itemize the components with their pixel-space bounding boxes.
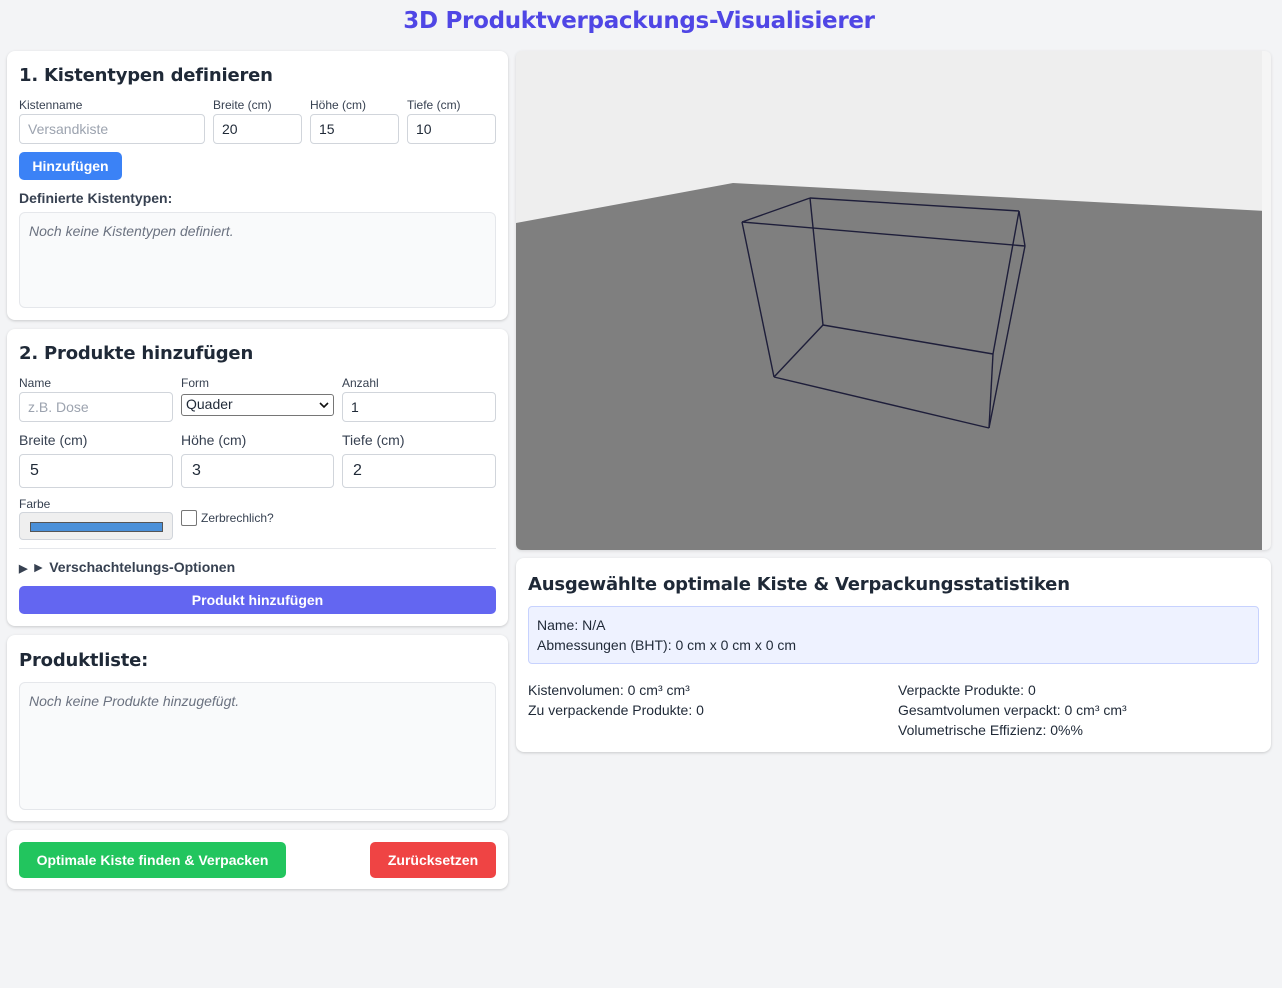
actions-card: Optimale Kiste finden & Verpacken Zurück… — [7, 830, 508, 889]
product-depth-label: Tiefe (cm) — [342, 432, 405, 448]
product-color-picker[interactable] — [19, 512, 173, 540]
viewport-scrollbar — [1262, 51, 1271, 550]
find-optimal-box-button[interactable]: Optimale Kiste finden & Verpacken — [19, 842, 286, 878]
add-product-button[interactable]: Produkt hinzufügen — [19, 586, 496, 614]
product-list: Noch keine Produkte hinzugefügt. — [19, 682, 496, 810]
selected-box-name: Name: N/A — [537, 617, 606, 633]
packed-products-stat: Verpackte Produkte: 0 — [898, 682, 1036, 698]
reset-button[interactable]: Zurücksetzen — [370, 842, 496, 878]
product-name-input[interactable]: z.B. Dose — [19, 392, 173, 422]
box-width-input[interactable]: 20 — [213, 114, 302, 144]
box-depth-label: Tiefe (cm) — [407, 98, 461, 112]
chevron-down-icon — [319, 398, 329, 414]
add-products-heading: 2. Produkte hinzufügen — [19, 343, 254, 364]
product-shape-label: Form — [181, 376, 209, 390]
stats-card: Ausgewählte optimale Kiste & Verpackungs… — [516, 558, 1271, 752]
product-color-label: Farbe — [19, 497, 51, 511]
defined-box-types-heading: Definierte Kistentypen: — [19, 190, 173, 206]
product-name-label: Name — [19, 376, 52, 390]
stats-heading: Ausgewählte optimale Kiste & Verpackungs… — [528, 574, 1070, 595]
product-height-label: Höhe (cm) — [181, 432, 247, 448]
product-width-label: Breite (cm) — [19, 432, 88, 448]
product-list-card: Produktliste: Noch keine Produkte hinzug… — [7, 635, 508, 821]
product-shape-select[interactable]: Quader — [181, 394, 334, 416]
nesting-options-label: ► Verschachtelungs-Optionen — [31, 559, 236, 575]
app-title: 3D Produktverpackungs-Visualisierer — [403, 8, 875, 34]
product-height-input[interactable]: 3 — [181, 454, 334, 488]
product-qty-label: Anzahl — [342, 376, 379, 390]
box-name-input[interactable]: Versandkiste — [19, 114, 205, 144]
box-name-label: Kistenname — [19, 98, 83, 112]
box-height-label: Höhe (cm) — [310, 98, 367, 112]
add-products-card: 2. Produkte hinzufügen Name z.B. Dose Fo… — [7, 329, 508, 626]
disclosure-triangle-icon: ▶ — [19, 563, 28, 575]
volumetric-efficiency-stat: Volumetrische Effizienz: 0%% — [898, 722, 1083, 738]
divider — [19, 548, 496, 549]
selected-box-info: Name: N/A Abmessungen (BHT): 0 cm x 0 cm… — [528, 606, 1259, 664]
color-swatch — [30, 522, 163, 532]
ground-plane — [516, 183, 1266, 550]
fragile-checkbox[interactable] — [181, 510, 197, 526]
total-packed-volume-stat: Gesamtvolumen verpackt: 0 cm³ cm³ — [898, 702, 1127, 718]
nesting-options-toggle[interactable]: ▶ ► Verschachtelungs-Optionen — [19, 559, 235, 575]
fragile-label: Zerbrechlich? — [201, 511, 274, 525]
product-qty-input[interactable]: 1 — [342, 392, 496, 422]
product-list-heading: Produktliste: — [19, 650, 149, 671]
box-types-heading: 1. Kistentypen definieren — [19, 65, 273, 86]
add-box-type-button[interactable]: Hinzufügen — [19, 152, 122, 180]
box-types-card: 1. Kistentypen definieren Kistenname Ver… — [7, 51, 508, 320]
products-to-pack-stat: Zu verpackende Produkte: 0 — [528, 702, 704, 718]
box-depth-input[interactable]: 10 — [407, 114, 496, 144]
product-shape-value: Quader — [186, 396, 233, 412]
box-width-label: Breite (cm) — [213, 98, 272, 112]
box-types-list: Noch keine Kistentypen definiert. — [19, 212, 496, 308]
selected-box-dimensions: Abmessungen (BHT): 0 cm x 0 cm x 0 cm — [537, 637, 797, 653]
box-volume-stat: Kistenvolumen: 0 cm³ cm³ — [528, 682, 690, 698]
3d-scene — [516, 51, 1271, 550]
box-height-input[interactable]: 15 — [310, 114, 399, 144]
product-depth-input[interactable]: 2 — [342, 454, 496, 488]
3d-viewport[interactable] — [516, 51, 1271, 550]
product-width-input[interactable]: 5 — [19, 454, 173, 488]
